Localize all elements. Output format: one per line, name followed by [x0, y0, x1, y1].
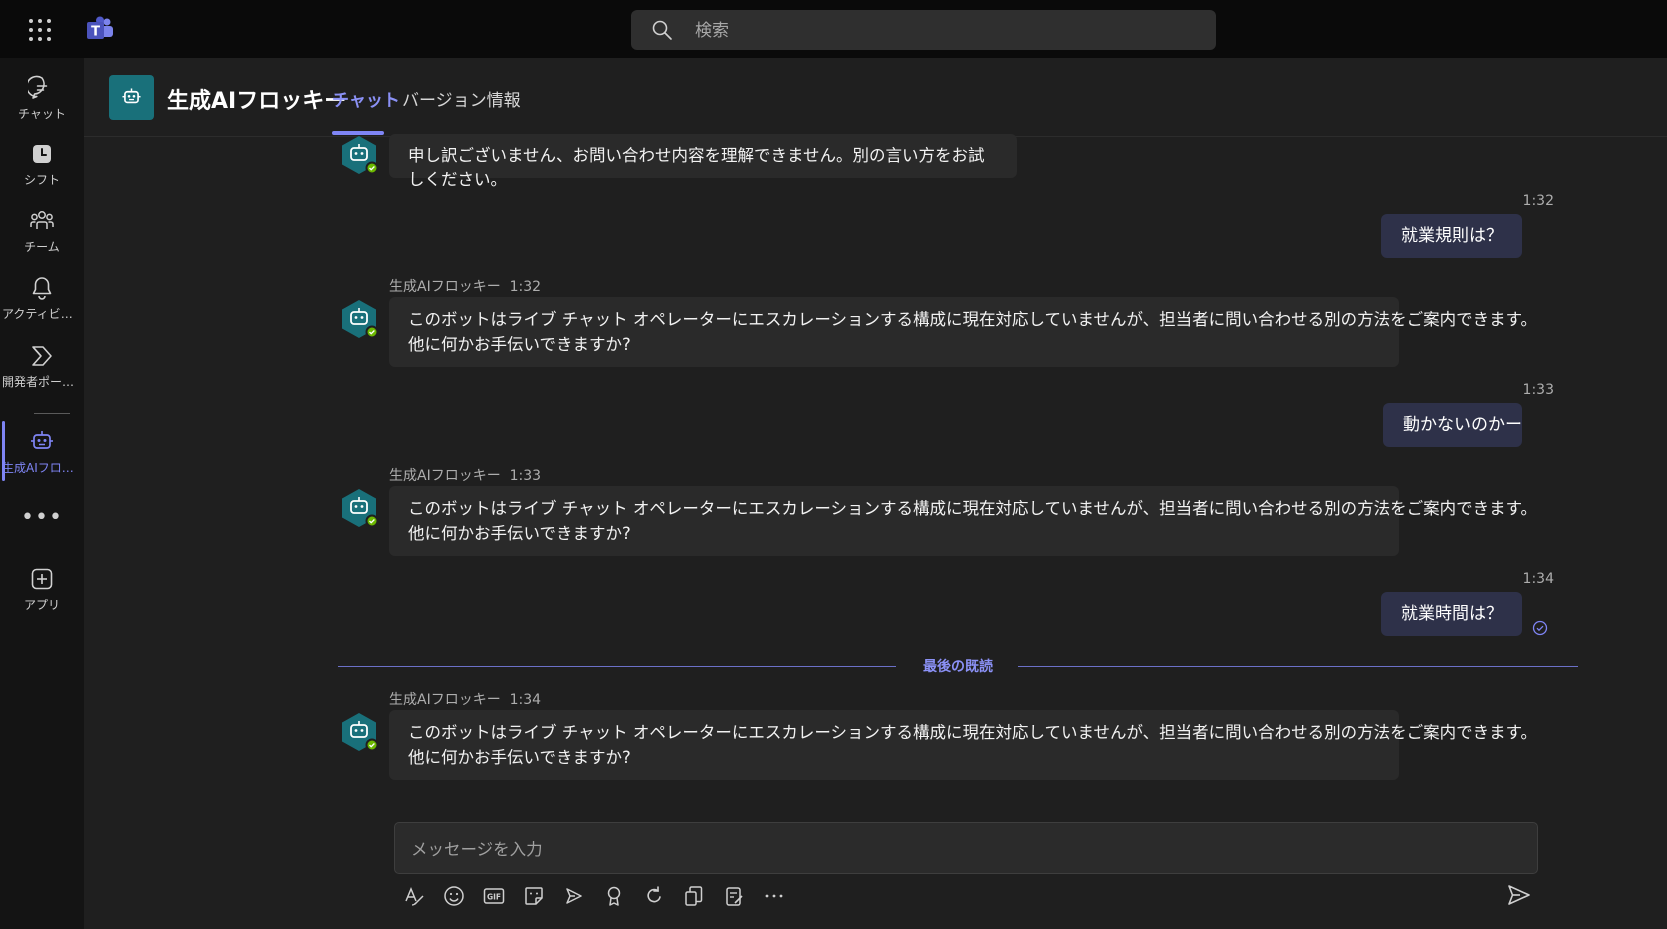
left-rail: チャット シフト チーム アクティビティ 開発者ポータ... 生成AIフロッ..…: [0, 58, 84, 929]
rail-item-label: アプリ: [23, 598, 60, 612]
sender-name: 生成AIフロッキー: [389, 468, 501, 484]
message-text: 動かないのかー: [1403, 415, 1522, 435]
loop-button[interactable]: [642, 884, 666, 908]
rail-item-label: アクティビティ: [2, 307, 84, 321]
search-box[interactable]: [631, 10, 1216, 52]
svg-text:GIF: GIF: [487, 893, 501, 902]
chat-header: 生成AIフロッキー チャット バージョン情報: [84, 58, 1667, 137]
message-timestamp: 1:33: [1522, 382, 1554, 398]
rail-item-label: チーム: [24, 240, 60, 254]
rail-divider: [34, 413, 70, 414]
read-receipt-icon: [1532, 620, 1548, 636]
user-message-bubble: 就業時間は？: [1381, 592, 1522, 636]
message-timestamp: 1:34: [1522, 571, 1554, 587]
message-composer[interactable]: [394, 822, 1538, 875]
bot-avatar: [342, 713, 379, 752]
message-timestamp: 1:32: [1522, 193, 1554, 209]
search-icon: [652, 20, 672, 40]
bell-icon: [32, 277, 52, 300]
bot-avatar: [342, 489, 379, 528]
message-text-line: このボットはライブ チャット オペレーターにエスカレーションする構成に現在対応し…: [408, 310, 1538, 329]
message-meta: 生成AIフロッキー 1:32: [389, 276, 541, 296]
praise-button[interactable]: [602, 884, 626, 908]
attach-icon: [685, 886, 703, 906]
add-app-icon: [31, 568, 53, 590]
bot-message-bubble: このボットはライブ チャット オペレーターにエスカレーションする構成に現在対応し…: [389, 710, 1538, 780]
page-title: 生成AIフロッキー: [167, 89, 347, 114]
attach-file-button[interactable]: [682, 884, 706, 908]
clock-icon: [33, 145, 51, 163]
top-bar: T: [0, 0, 1667, 58]
approvals-button[interactable]: [722, 884, 746, 908]
bot-message-bubble: このボットはライブ チャット オペレーターにエスカレーションする構成に現在対応し…: [389, 297, 1538, 367]
praise-icon: [607, 886, 621, 906]
rail-item-apps[interactable]: アプリ: [0, 555, 84, 617]
message-text: 就業時間は？: [1401, 604, 1503, 624]
message-text: 就業規則は？: [1401, 226, 1503, 246]
gif-icon: GIF: [483, 888, 505, 904]
bot-message-bubble: このボットはライブ チャット オペレーターにエスカレーションする構成に現在対応し…: [389, 486, 1538, 556]
rail-item-bot[interactable]: 生成AIフロッ...: [0, 418, 84, 480]
bot-icon: [31, 431, 53, 449]
teams-people-icon: [30, 211, 54, 229]
rail-item-label: 開発者ポータ...: [2, 375, 84, 389]
more-options-button[interactable]: [762, 884, 786, 908]
format-button[interactable]: [402, 884, 426, 908]
send-later-icon: [566, 888, 582, 904]
send-icon[interactable]: [1506, 882, 1532, 908]
message-text-line: 他に何かお手伝いできますか?: [408, 524, 631, 543]
emoji-button[interactable]: [442, 884, 466, 908]
more-apps-button[interactable]: •••: [0, 498, 84, 538]
message-text-line: このボットはライブ チャット オペレーターにエスカレーションする構成に現在対応し…: [408, 499, 1538, 518]
rail-item-label: 生成AIフロッ...: [2, 461, 84, 475]
emoji-icon: [444, 886, 464, 906]
sticker-button[interactable]: [522, 884, 546, 908]
bot-avatar: [342, 300, 379, 339]
message-text: 申し訳ございません、お問い合わせ内容を理解できません。別の言い方をお試しください…: [408, 146, 985, 189]
user-message-bubble: 就業規則は？: [1381, 214, 1522, 258]
schedule-meeting-button[interactable]: [562, 884, 586, 908]
message-timestamp: 1:33: [509, 468, 542, 484]
bot-message-bubble: 申し訳ございません、お問い合わせ内容を理解できません。別の言い方をお試しください…: [389, 134, 1017, 189]
more-icon: [765, 894, 783, 898]
last-read-label: 最後の既読: [913, 659, 1003, 675]
rail-item-teams[interactable]: チーム: [0, 197, 84, 259]
message-meta: 生成AIフロッキー 1:34: [389, 689, 541, 709]
app-avatar: [109, 75, 154, 120]
format-icon: [405, 887, 424, 906]
gif-button[interactable]: GIF: [482, 884, 506, 908]
rail-item-developer-portal[interactable]: 開発者ポータ...: [0, 332, 84, 394]
clipboard-icon: [726, 887, 743, 906]
loop-icon: [647, 886, 661, 903]
rail-item-label: チャット: [18, 107, 66, 121]
rail-item-shifts[interactable]: シフト: [0, 130, 84, 192]
tab-chat[interactable]: チャット: [332, 86, 400, 111]
bot-avatar: [342, 136, 379, 175]
message-timestamp: 1:34: [509, 692, 542, 708]
message-meta: 生成AIフロッキー 1:33: [389, 465, 541, 485]
message-text-line: 他に何かお手伝いできますか?: [408, 748, 631, 767]
developer-portal-icon: [32, 346, 52, 366]
rail-item-activity[interactable]: アクティビティ: [0, 264, 84, 326]
svg-text:T: T: [91, 25, 100, 40]
message-text-line: 他に何かお手伝いできますか?: [408, 335, 631, 354]
sender-name: 生成AIフロッキー: [389, 279, 501, 295]
user-message-bubble: 動かないのかー: [1383, 403, 1522, 447]
sticker-icon: [525, 887, 543, 905]
message-input[interactable]: [409, 823, 1513, 875]
tab-version-info[interactable]: バージョン情報: [402, 86, 521, 111]
message-timestamp: 1:32: [509, 279, 542, 295]
chat-icon: [28, 75, 48, 99]
message-text-line: このボットはライブ チャット オペレーターにエスカレーションする構成に現在対応し…: [408, 723, 1538, 742]
search-input[interactable]: [693, 10, 1197, 52]
sender-name: 生成AIフロッキー: [389, 692, 501, 708]
rail-item-chat[interactable]: チャット: [0, 64, 84, 126]
rail-item-label: シフト: [23, 173, 60, 187]
last-read-divider: 最後の既読: [338, 655, 1578, 679]
app-launcher-icon[interactable]: [26, 16, 52, 42]
teams-logo-icon: T: [87, 16, 113, 40]
bot-icon: [122, 88, 141, 104]
